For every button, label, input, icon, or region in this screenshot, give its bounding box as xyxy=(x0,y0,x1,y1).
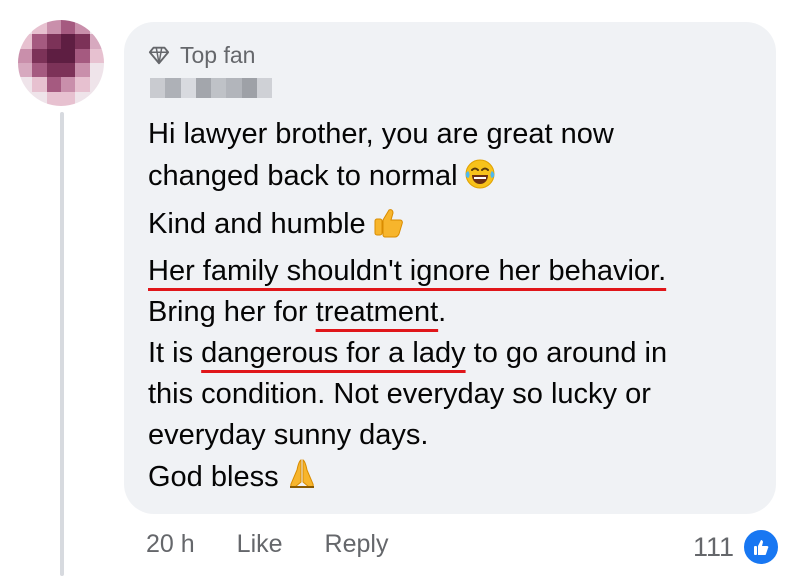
comment-text: Hi lawyer brother, you are great now cha… xyxy=(148,114,752,504)
name-blur-block xyxy=(241,78,257,98)
avatar-pixel xyxy=(75,48,90,63)
avatar-pixel xyxy=(60,77,76,92)
name-blur-block xyxy=(226,78,242,98)
avatar-pixel xyxy=(75,34,90,49)
avatar-pixel xyxy=(75,91,90,106)
avatar-pixel xyxy=(46,20,61,35)
badge-label: Top fan xyxy=(180,41,256,68)
reaction-count: 111 xyxy=(692,531,734,562)
name-blur-block xyxy=(180,78,196,98)
top-fan-badge[interactable]: Top fan xyxy=(148,40,752,70)
comment-bubble: Top fan Hi lawyer brother, you are great… xyxy=(124,22,776,514)
face-with-tears-of-joy-icon xyxy=(464,158,496,203)
comment-line: Hi lawyer brother, you are great now xyxy=(148,118,614,150)
reaction-summary[interactable]: 111 xyxy=(693,528,780,566)
folded-hands-icon xyxy=(285,457,319,504)
avatar-pixel xyxy=(18,77,33,92)
commenter-name[interactable] xyxy=(150,78,272,98)
comment-line: It is dangerous for a lady to go around … xyxy=(148,337,668,369)
like-button[interactable]: Like xyxy=(237,530,283,559)
avatar[interactable] xyxy=(18,20,104,106)
name-blur-block xyxy=(256,78,272,98)
avatar-pixel xyxy=(32,20,47,35)
thread-line xyxy=(60,112,64,576)
avatar-pixel xyxy=(89,91,104,106)
comment-line: Bring her for treatment. xyxy=(148,296,447,328)
avatar-pixel xyxy=(18,20,33,35)
timestamp-link[interactable]: 20 h xyxy=(146,530,195,559)
avatar-pixel xyxy=(18,34,33,49)
name-blur-block xyxy=(211,78,227,98)
avatar-pixel xyxy=(32,62,47,78)
comment-line: Her family shouldn't ignore her behavior… xyxy=(148,255,667,287)
avatar-pixel xyxy=(32,91,47,106)
avatar-pixel xyxy=(46,34,61,49)
avatar-pixel xyxy=(32,48,47,63)
avatar-pixel xyxy=(46,62,61,78)
comment-line: changed back to normal xyxy=(148,155,752,203)
avatar-pixel xyxy=(32,77,47,92)
comment-actions: 20 h Like Reply xyxy=(146,530,430,559)
avatar-pixel xyxy=(75,62,90,78)
name-blur-block xyxy=(165,78,181,98)
avatar-pixel xyxy=(60,62,76,78)
avatar-pixel xyxy=(60,48,76,63)
avatar-pixel xyxy=(46,48,61,63)
avatar-pixel xyxy=(89,48,104,63)
avatar-pixel xyxy=(18,48,33,63)
avatar-pixel xyxy=(89,62,104,78)
avatar-pixel xyxy=(89,20,104,35)
avatar-pixel xyxy=(18,62,33,78)
diamond-icon xyxy=(148,46,170,65)
avatar-pixel xyxy=(46,91,61,106)
comment-line: everyday sunny days. xyxy=(148,419,429,451)
like-reaction-icon xyxy=(742,528,780,566)
name-blur-block xyxy=(150,78,166,98)
avatar-pixel xyxy=(60,34,76,49)
avatar-pixel xyxy=(75,77,90,92)
avatar-pixel xyxy=(89,77,104,92)
avatar-pixel xyxy=(89,34,104,49)
avatar-pixel xyxy=(75,20,90,35)
reply-button[interactable]: Reply xyxy=(325,530,389,559)
avatar-pixel xyxy=(60,91,76,106)
thumbs-up-icon xyxy=(372,206,406,251)
comment-line: this condition. Not everyday so lucky or xyxy=(148,378,651,410)
avatar-pixel xyxy=(46,77,61,92)
avatar-pixel xyxy=(18,91,33,106)
avatar-pixel xyxy=(32,34,47,49)
name-blur-block xyxy=(195,78,211,98)
avatar-pixel xyxy=(60,20,76,35)
comment-line: God bless xyxy=(148,456,752,504)
comment-line: Kind and humble xyxy=(148,203,752,251)
